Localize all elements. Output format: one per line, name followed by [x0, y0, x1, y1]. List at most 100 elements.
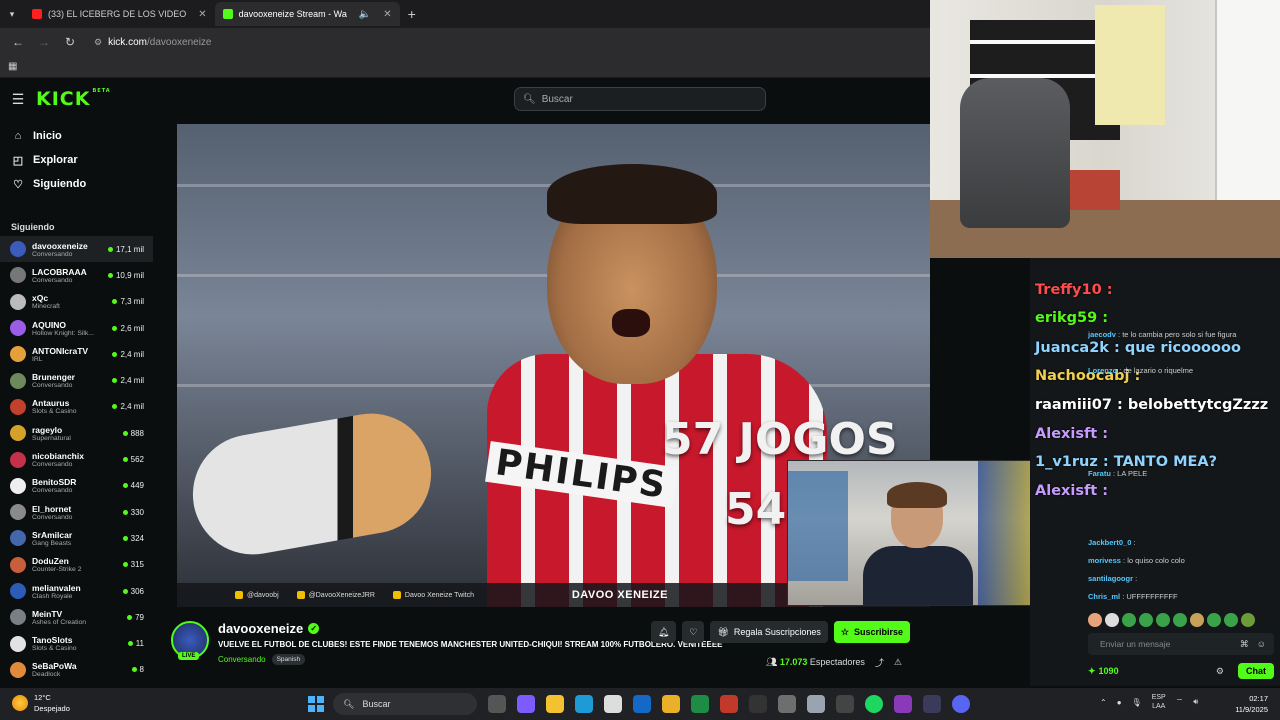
menu-icon[interactable]: ☰	[0, 91, 36, 108]
tab-search-icon[interactable]: ▾	[0, 0, 24, 28]
app-icon[interactable]	[720, 695, 738, 713]
site-info-icon[interactable]: ⚙	[94, 37, 102, 48]
channel-points[interactable]: ✦ 1090	[1088, 666, 1119, 677]
volume-icon[interactable]: 🔊︎	[1193, 697, 1198, 707]
follow-button[interactable]: ♡	[682, 621, 705, 643]
new-tab-button[interactable]: +	[400, 6, 424, 22]
commands-icon[interactable]: ⌘	[1240, 639, 1249, 650]
notifications-button[interactable]: 🔔︎	[650, 621, 677, 643]
emote-icon[interactable]	[1241, 613, 1255, 627]
sidebar-item-siguiendo[interactable]: ♡ Siguiendo	[0, 172, 153, 196]
emote-icon[interactable]	[1224, 613, 1238, 627]
close-tab-icon[interactable]: ✕	[383, 9, 391, 20]
emote-icon[interactable]	[1156, 613, 1170, 627]
chat-username[interactable]: Lorenzo	[1088, 366, 1117, 375]
back-icon[interactable]: ←	[10, 35, 26, 49]
chat-send-button[interactable]: Chat	[1238, 663, 1274, 679]
bell-icon: 🔔︎	[657, 626, 670, 637]
taskbar-search[interactable]: 🔍︎ Buscar	[333, 693, 477, 715]
clock[interactable]: 02:17 11/9/2025	[1235, 693, 1268, 715]
app-icon[interactable]	[836, 695, 854, 713]
chat-username[interactable]: santilagoogr	[1088, 574, 1133, 583]
settings-icon[interactable]	[807, 695, 825, 713]
emote-icon[interactable]	[1207, 613, 1221, 627]
sidebar-channel-benitosdr[interactable]: BenitoSDR Conversando 449	[0, 473, 153, 499]
sidebar-channel-sebapowa[interactable]: SeBaPoWa Deadlock 8	[0, 657, 153, 683]
mic-icon[interactable]: 🎙︎	[1132, 698, 1142, 707]
task-view-icon[interactable]	[488, 695, 506, 713]
sidebar-channel-doduzen[interactable]: DoduZen Counter-Strike 2 315	[0, 552, 153, 578]
emoji-icon[interactable]: ☺	[1257, 639, 1266, 650]
emote-icon[interactable]	[1105, 613, 1119, 627]
tray-overflow-icon[interactable]: ⌃	[1100, 698, 1107, 707]
chat-username[interactable]: morivess	[1088, 556, 1121, 565]
sidebar-channel-xqc[interactable]: xQc Minecraft 7,3 mil	[0, 289, 153, 315]
app-icon[interactable]	[923, 695, 941, 713]
file-explorer-icon[interactable]	[546, 695, 564, 713]
search-input[interactable]: 🔍︎ Buscar	[514, 87, 766, 111]
app-icon[interactable]	[749, 695, 767, 713]
language-indicator[interactable]: ESP LAA	[1152, 693, 1166, 711]
channel-viewers: 79	[127, 613, 144, 622]
sidebar-channel-antonicratv[interactable]: ANTONIcraTV IRL 2,4 mil	[0, 341, 153, 367]
app-icon[interactable]	[778, 695, 796, 713]
gift-subs-button[interactable]: 🎁︎ Regala Suscripciones	[710, 621, 828, 643]
sidebar-channel-lacobraaa[interactable]: LACOBRAAA Conversando 10,9 mil	[0, 262, 153, 288]
address-bar[interactable]: ⚙ kick.com/davooxeneize	[88, 37, 211, 48]
chat-username[interactable]: Jackbert0_0	[1088, 538, 1131, 547]
report-icon[interactable]: ⚠	[894, 657, 902, 668]
speaker-icon[interactable]: 🔈	[359, 9, 371, 20]
category-link[interactable]: Conversando	[218, 655, 266, 664]
sidebar-channel-melianvalen[interactable]: melianvalen Clash Royale 306	[0, 578, 153, 604]
gift-icon: 🎁︎	[717, 626, 729, 637]
spotify-icon[interactable]	[865, 695, 883, 713]
sidebar-channel-tanoslots[interactable]: TanoSlots Slots & Casino 11	[0, 630, 153, 656]
sidebar-channel-meintv[interactable]: MeinTV Ashes of Creation 79	[0, 604, 153, 630]
tray-app-icon[interactable]: ●	[1117, 698, 1122, 707]
reload-icon[interactable]: ↻	[62, 35, 78, 49]
sidebar-channel-el_hornet[interactable]: El_hornet Conversando 330	[0, 499, 153, 525]
sidebar-channel-antaurus[interactable]: Antaurus Slots & Casino 2,4 mil	[0, 394, 153, 420]
chrome-icon[interactable]	[662, 695, 680, 713]
emote-icon[interactable]	[1190, 613, 1204, 627]
store-icon[interactable]	[604, 695, 622, 713]
sidebar-channel-rageylo[interactable]: rageylo Supernatural 888	[0, 420, 153, 446]
emote-icon[interactable]	[1173, 613, 1187, 627]
chat-username[interactable]: Chris_ml	[1088, 592, 1120, 601]
wifi-icon[interactable]: ⌔	[1176, 697, 1184, 707]
app-icon[interactable]	[894, 695, 912, 713]
kick-logo[interactable]: KICK BETA	[36, 88, 111, 110]
share-icon[interactable]: ⤴	[875, 656, 884, 669]
chat-message-small: morivess : lo quiso colo colo	[1088, 556, 1185, 565]
sidebar-channel-aquino[interactable]: AQUINO Hollow Knight: Silk... 2,6 mil	[0, 315, 153, 341]
edge-icon[interactable]	[575, 695, 593, 713]
apps-grid-icon[interactable]: ▦	[8, 61, 17, 72]
chat-username[interactable]: Faratu	[1088, 469, 1111, 478]
sidebar-channel-nicobianchix[interactable]: nicobianchix Conversando 562	[0, 446, 153, 472]
emote-icon[interactable]	[1122, 613, 1136, 627]
streamer-name[interactable]: davooxeneize ✓	[218, 621, 320, 636]
chat-username[interactable]: jaecodv	[1088, 330, 1116, 339]
weather-widget[interactable]: 12°C Despejado	[12, 692, 70, 714]
live-dot-icon	[122, 509, 128, 515]
sidebar-channel-sramilcar[interactable]: SrAmilcar Gang Beasts 324	[0, 525, 153, 551]
sidebar-channel-brunenger[interactable]: Brunenger Conversando 2,4 mil	[0, 367, 153, 393]
windows-start-icon[interactable]	[308, 696, 324, 712]
close-tab-icon[interactable]: ✕	[198, 9, 206, 20]
language-tag[interactable]: Spanish	[271, 654, 306, 665]
forward-icon[interactable]: →	[36, 35, 52, 49]
chat-input[interactable]: Enviar un mensaje ⌘ ☺	[1088, 633, 1274, 655]
tab-kick[interactable]: davooxeneize Stream - Wa 🔈 ✕	[214, 2, 400, 26]
outlook-icon[interactable]	[633, 695, 651, 713]
chat-settings-icon[interactable]: ⚙	[1216, 666, 1224, 677]
sidebar-item-inicio[interactable]: ⌂ Inicio	[0, 124, 153, 148]
subscribe-button[interactable]: ☆ Suscribirse	[833, 621, 910, 643]
emote-icon[interactable]	[1088, 613, 1102, 627]
excel-icon[interactable]	[691, 695, 709, 713]
emote-icon[interactable]	[1139, 613, 1153, 627]
discord-icon[interactable]	[952, 695, 970, 713]
sidebar-channel-davooxeneize[interactable]: davooxeneize Conversando 17,1 mil	[0, 236, 153, 263]
tab-youtube[interactable]: (33) EL ICEBERG DE LOS VIDEO ✕	[24, 2, 215, 26]
copilot-icon[interactable]	[517, 695, 535, 713]
sidebar-item-explorar[interactable]: ◰ Explorar	[0, 148, 153, 172]
